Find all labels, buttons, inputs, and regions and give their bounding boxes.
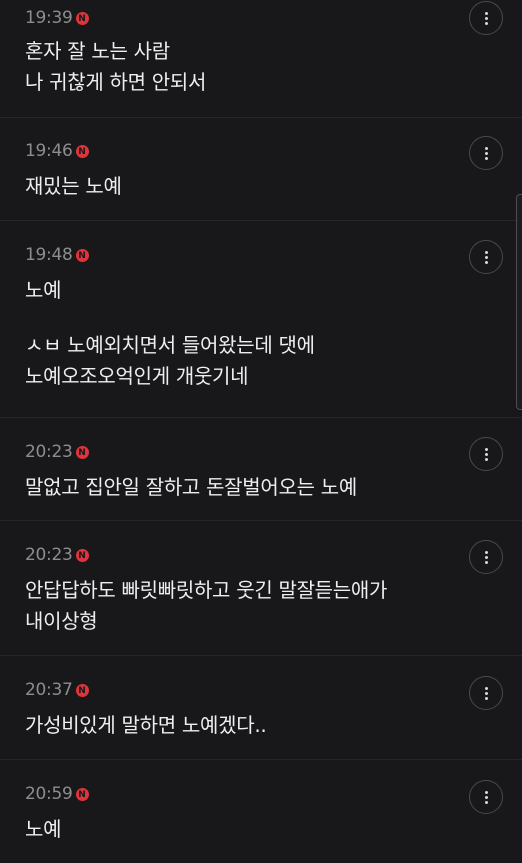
more-vertical-icon [484, 250, 488, 254]
comment-time: 20:59 [25, 784, 73, 804]
more-vertical-icon [484, 550, 488, 554]
more-options-button[interactable] [469, 1, 503, 35]
comment-line: 내이상형 [25, 609, 98, 633]
new-badge-icon: N [75, 549, 89, 562]
comment-time: 20:23 [25, 545, 73, 565]
comment-line: 노예 [25, 278, 62, 302]
new-badge-icon: N [75, 145, 89, 158]
more-options-button[interactable] [469, 676, 503, 710]
comment-item: 20:23 N 말없고 집안일 잘하고 돈잘벌어오는 노예 [0, 418, 522, 521]
more-options-button[interactable] [469, 540, 503, 574]
more-options-button[interactable] [469, 136, 503, 170]
comment-text: 혼자 잘 노는 사람 나 귀찮게 하면 안되서 [25, 36, 452, 98]
comment-item: 20:23 N 안답답하도 빠릿빠릿하고 웃긴 말잘듣는애가 내이상형 [0, 521, 522, 656]
new-badge-icon: N [75, 446, 89, 459]
comment-line: 가성비있게 말하면 노예겠다.. [25, 713, 267, 737]
comment-text: 재밌는 노예 [25, 171, 452, 202]
comment-meta: 19:46 N [25, 139, 89, 163]
comment-item: 19:48 N 노예 ㅅㅂ 노예외치면서 들어왔는데 댓에 노예오조오억인게 개… [0, 221, 522, 418]
new-badge-icon: N [75, 788, 89, 801]
comment-time: 20:23 [25, 442, 73, 462]
more-vertical-icon [484, 11, 488, 15]
comment-time: 19:39 [25, 8, 73, 28]
comment-line: 재밌는 노예 [25, 174, 122, 198]
more-options-button[interactable] [469, 437, 503, 471]
more-vertical-icon [484, 146, 488, 150]
comment-line: ㅅㅂ 노예외치면서 들어왔는데 댓에 [25, 333, 315, 357]
scrollbar[interactable] [516, 194, 522, 410]
more-vertical-icon [484, 686, 488, 690]
new-badge-icon: N [75, 12, 89, 25]
comment-item: 19:46 N 재밌는 노예 [0, 118, 522, 221]
comment-item: 20:59 N 노예 [0, 760, 522, 863]
comment-meta: 19:48 N [25, 243, 89, 267]
comment-item: 20:37 N 가성비있게 말하면 노예겠다.. [0, 656, 522, 760]
comment-line: 혼자 잘 노는 사람 [25, 39, 170, 63]
comment-text: 노예 ㅅㅂ 노예외치면서 들어왔는데 댓에 노예오조오억인게 개웃기네 [25, 275, 452, 392]
more-options-button[interactable] [469, 780, 503, 814]
comment-meta: 20:23 N [25, 440, 89, 464]
more-vertical-icon [484, 447, 488, 451]
comment-line: 말없고 집안일 잘하고 돈잘벌어오는 노예 [25, 475, 357, 499]
comment-text: 안답답하도 빠릿빠릿하고 웃긴 말잘듣는애가 내이상형 [25, 575, 452, 637]
comment-meta: 20:23 N [25, 543, 89, 567]
comment-time: 20:37 [25, 680, 73, 700]
comment-line: 노예 [25, 817, 62, 841]
comment-line: 나 귀찮게 하면 안되서 [25, 70, 207, 94]
comment-feed: 19:39 N 혼자 잘 노는 사람 나 귀찮게 하면 안되서 19:46 N … [0, 0, 522, 863]
comment-meta: 20:59 N [25, 782, 89, 806]
new-badge-icon: N [75, 684, 89, 697]
comment-time: 19:48 [25, 245, 73, 265]
comment-time: 19:46 [25, 141, 73, 161]
comment-meta: 19:39 N [25, 6, 89, 30]
new-badge-icon: N [75, 249, 89, 262]
comment-item: 19:39 N 혼자 잘 노는 사람 나 귀찮게 하면 안되서 [0, 0, 522, 118]
more-options-button[interactable] [469, 240, 503, 274]
comment-line: 안답답하도 빠릿빠릿하고 웃긴 말잘듣는애가 [25, 578, 388, 602]
comment-line: 노예오조오억인게 개웃기네 [25, 364, 249, 388]
comment-meta: 20:37 N [25, 678, 89, 702]
comment-text: 말없고 집안일 잘하고 돈잘벌어오는 노예 [25, 472, 452, 503]
more-vertical-icon [484, 790, 488, 794]
comment-text: 노예 [25, 814, 452, 845]
comment-text: 가성비있게 말하면 노예겠다.. [25, 710, 452, 741]
